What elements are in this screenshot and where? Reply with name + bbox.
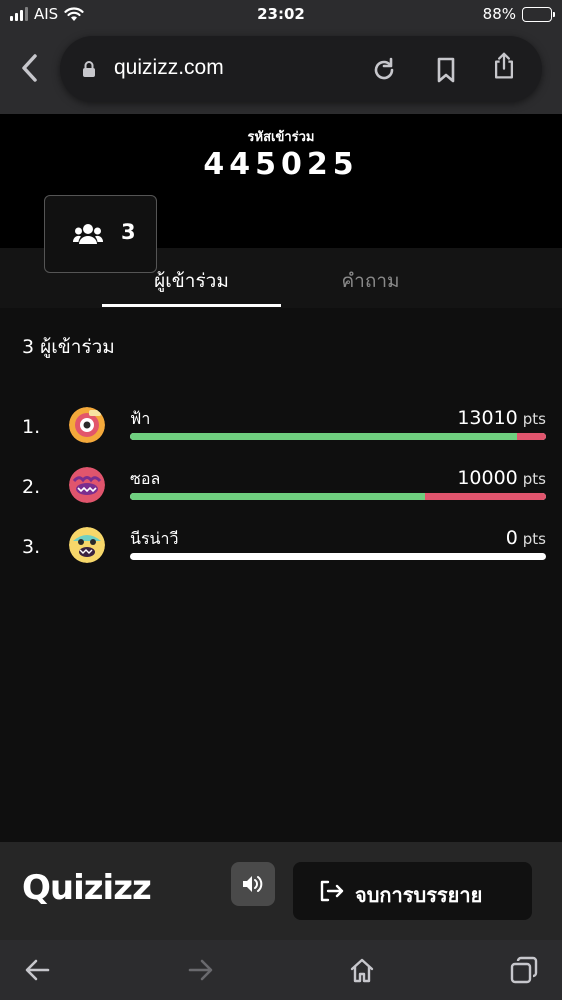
rank: 3.: [22, 536, 41, 558]
participant-count: 3: [121, 220, 136, 244]
active-tab-indicator: [102, 304, 281, 307]
users-icon: [73, 224, 103, 244]
accuracy-bar-incorrect: [425, 493, 546, 500]
tab-questions[interactable]: คำถาม: [281, 266, 460, 296]
accuracy-bar-correct: [130, 433, 517, 440]
back-chevron-icon[interactable]: [16, 52, 44, 84]
participant-score: 13010 pts: [457, 407, 546, 429]
participant-score: 0 pts: [505, 527, 546, 549]
avatar-monster-icon: [69, 467, 105, 503]
participant-score: 10000 pts: [457, 467, 546, 489]
home-icon[interactable]: [348, 956, 376, 984]
avatar-monster-icon: [69, 407, 105, 443]
participants-heading: 3 ผู้เข้าร่วม: [22, 336, 115, 358]
share-icon[interactable]: [490, 52, 518, 80]
presenter-footer: Quizizz จบการบรรยาย: [0, 842, 562, 940]
accuracy-bar-correct: [130, 493, 426, 500]
rank: 1.: [22, 416, 41, 438]
lock-icon: [83, 61, 95, 77]
participant-name: ซอล: [130, 469, 161, 488]
join-code: 445025: [203, 147, 359, 182]
participant-count-box: 3: [44, 195, 157, 273]
avatar-monster-icon: [69, 527, 105, 563]
participant-row[interactable]: 3. นีรน่าวี 0 pts: [0, 527, 562, 580]
url-text: quizizz.com: [114, 56, 224, 79]
status-time: 23:02: [257, 5, 305, 23]
address-bar[interactable]: quizizz.com: [60, 36, 542, 102]
participant-row[interactable]: 2. ซอล 10000 pts: [0, 467, 562, 520]
accuracy-bar: [130, 553, 546, 560]
bookmark-icon[interactable]: [432, 56, 460, 84]
end-session-label: จบการบรรยาย: [355, 883, 483, 907]
join-code-label: รหัสเข้าร่วม: [247, 130, 315, 145]
participant-row[interactable]: 1. ฟ้า 13010 pts: [0, 407, 562, 460]
reload-icon[interactable]: [370, 56, 398, 84]
end-session-button[interactable]: จบการบรรยาย: [293, 862, 532, 920]
accuracy-bar-incorrect: [516, 433, 546, 440]
back-arrow-icon[interactable]: [24, 956, 52, 984]
participant-name: นีรน่าวี: [130, 529, 179, 548]
session-header: รหัสเข้าร่วม 445025 3: [0, 114, 562, 273]
browser-toolbar: [0, 940, 562, 1000]
participants-panel: 3 ผู้เข้าร่วม 1. ฟ้า 13010 pts 2. ซอล 100…: [0, 308, 562, 842]
forward-arrow-icon[interactable]: [186, 956, 214, 984]
rank: 2.: [22, 476, 41, 498]
battery-percent: 88%: [482, 5, 516, 23]
exit-icon: [320, 880, 344, 902]
participant-name: ฟ้า: [130, 409, 151, 428]
speaker-icon: [243, 876, 263, 892]
browser-bar: quizizz.com: [0, 30, 562, 114]
accuracy-bar: [130, 493, 546, 500]
tabs-icon[interactable]: [510, 956, 538, 984]
accuracy-bar: [130, 433, 546, 440]
battery-icon: [522, 6, 555, 22]
status-right: 88%: [482, 5, 555, 23]
sound-toggle-button[interactable]: [231, 862, 275, 906]
quizizz-logo: Quizizz: [22, 868, 152, 908]
status-bar: AIS 23:02 88%: [0, 0, 562, 30]
